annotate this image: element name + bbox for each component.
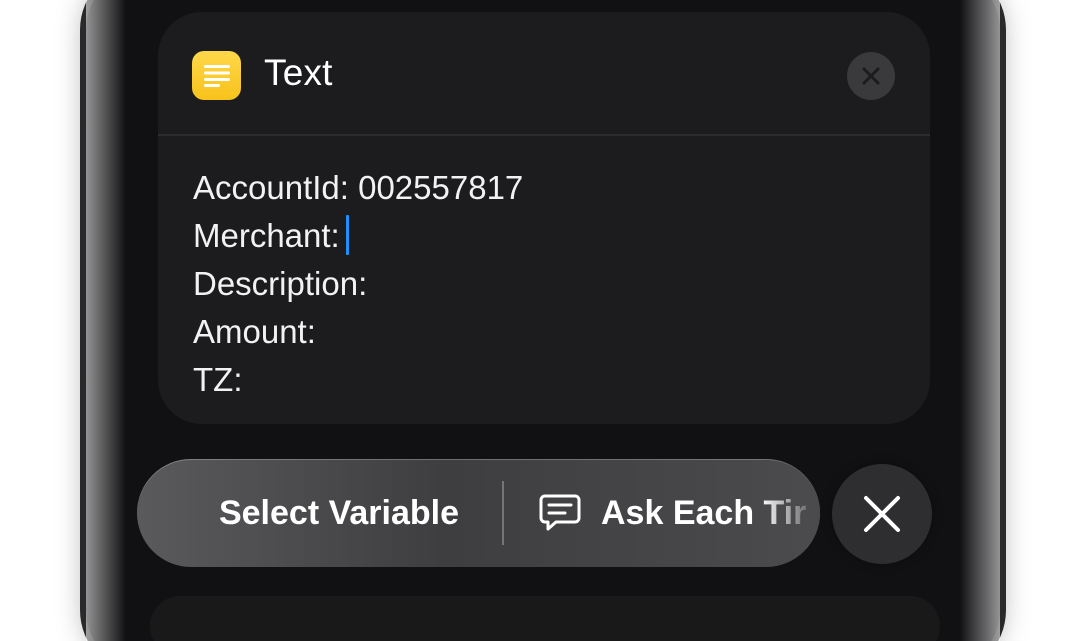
text-line-description: Description: — [193, 265, 368, 302]
speech-bubble-icon — [539, 493, 581, 533]
text-line-amount: Amount: — [193, 313, 316, 350]
text-action-card: Text AccountId: 002557817 Merchant: Desc… — [158, 12, 930, 424]
select-variable-button[interactable]: Select Variable — [137, 459, 501, 567]
select-variable-label: Select Variable — [218, 493, 460, 532]
text-editor[interactable]: AccountId: 002557817 Merchant: Descripti… — [193, 164, 523, 404]
next-action-card — [150, 596, 940, 641]
text-line-merchant: Merchant: — [193, 212, 523, 260]
close-circle-icon[interactable] — [847, 52, 895, 100]
text-line-tz: TZ: — [193, 361, 243, 398]
toolbar-separator — [502, 481, 504, 545]
close-icon — [864, 496, 900, 532]
toolbar-scroll-fade — [760, 459, 820, 567]
card-header: Text — [158, 12, 930, 134]
text-caret — [345, 215, 349, 255]
variable-toolbar: Select Variable Ask Each Tir — [137, 459, 820, 567]
text-line-account: AccountId: 002557817 — [193, 169, 524, 206]
text-line-merchant-label: Merchant: — [193, 217, 340, 254]
dismiss-toolbar-button[interactable] — [832, 464, 932, 564]
card-title: Text — [264, 52, 333, 93]
divider — [158, 134, 930, 136]
notes-lines-icon — [192, 51, 241, 100]
